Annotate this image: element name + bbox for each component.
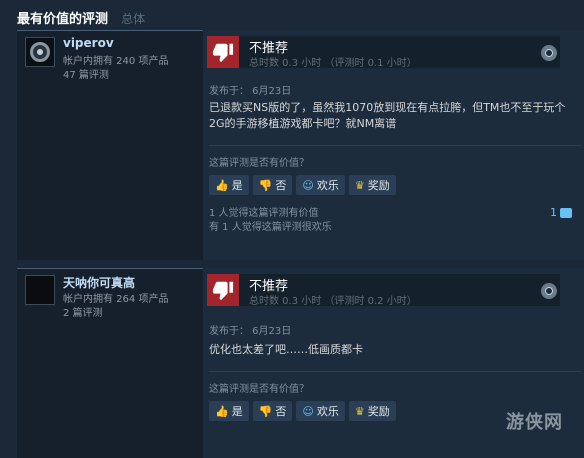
author-products[interactable]: 帐户内拥有 240 项产品 (63, 52, 168, 67)
author-name[interactable]: viperov (63, 36, 114, 50)
divider (209, 145, 581, 146)
posted-date: 发布于： 6月23日 (209, 326, 292, 337)
section-subtitle[interactable]: 总体 (121, 12, 145, 26)
vote-buttons: 👍 是 👎 否 ☺ 欢乐 ♛ 奖励 (209, 401, 396, 421)
review-body: 不推荐 总时数 0.3 小时 （评测时 0.1 小时） 发布于： 6月23日 已… (203, 30, 584, 260)
vote-yes-button[interactable]: 👍 是 (209, 401, 249, 421)
award-button[interactable]: ♛ 奖励 (348, 175, 396, 195)
hours-played: 总时数 0.3 小时 （评测时 0.1 小时） (249, 58, 417, 69)
award-label: 奖励 (367, 179, 390, 192)
vote-yes-button[interactable]: 👍 是 (209, 175, 249, 195)
vote-yes-label: 是 (231, 405, 243, 418)
comment-icon (560, 207, 572, 218)
vote-funny-label: 欢乐 (316, 405, 339, 418)
vote-header[interactable]: 不推荐 总时数 0.3 小时 （评测时 0.1 小时） (207, 36, 560, 69)
thumbs-up-icon: 👍 (215, 404, 229, 418)
steam-icon (541, 283, 557, 299)
vote-funny-button[interactable]: ☺ 欢乐 (296, 401, 345, 421)
comment-count: 1 (550, 206, 557, 219)
vote-yes-label: 是 (231, 179, 243, 192)
smiley-icon: ☺ (302, 404, 314, 418)
comment-link[interactable]: 1 (550, 206, 572, 219)
award-button[interactable]: ♛ 奖励 (348, 401, 396, 421)
hours-played: 总时数 0.3 小时 （评测时 0.2 小时） (249, 296, 417, 307)
review-card: 天呐你可真高 帐户内拥有 264 项产品 2 篇评测 不推荐 总时数 0.3 小… (17, 268, 584, 458)
section-title: 最有价值的评测 (17, 12, 109, 27)
review-content: 优化也太差了吧……低画质都卡 (209, 343, 363, 356)
helpful-question: 这篇评测是否有价值？ (209, 384, 309, 395)
avatar[interactable] (25, 275, 55, 305)
divider (209, 371, 581, 372)
thumbs-down-icon (207, 36, 239, 68)
vote-no-button[interactable]: 👎 否 (252, 401, 293, 421)
found-funny-text: 有 1 人觉得这篇评测很欢乐 (209, 222, 332, 233)
thumbs-down-icon (207, 274, 239, 306)
vote-header[interactable]: 不推荐 总时数 0.3 小时 （评测时 0.2 小时） (207, 274, 560, 307)
author-products[interactable]: 帐户内拥有 264 项产品 (63, 290, 168, 305)
author-name[interactable]: 天呐你可真高 (63, 274, 135, 291)
avatar-image (30, 42, 50, 62)
author-panel: 天呐你可真高 帐户内拥有 264 项产品 2 篇评测 (17, 268, 203, 458)
smiley-icon: ☺ (302, 178, 314, 192)
review-card: viperov 帐户内拥有 240 项产品 47 篇评测 不推荐 总时数 0.3… (17, 30, 584, 260)
vote-buttons: 👍 是 👎 否 ☺ 欢乐 ♛ 奖励 (209, 175, 396, 195)
author-review-count[interactable]: 2 篇评测 (63, 304, 103, 319)
thumbs-down-icon: 👎 (258, 404, 273, 418)
section-header: 最有价值的评测 总体 (0, 0, 584, 30)
steam-icon (541, 45, 557, 61)
award-label: 奖励 (367, 405, 390, 418)
author-panel: viperov 帐户内拥有 240 项产品 47 篇评测 (17, 30, 203, 260)
thumbs-up-icon: 👍 (215, 178, 229, 192)
posted-date: 发布于： 6月23日 (209, 86, 292, 97)
vote-no-button[interactable]: 👎 否 (252, 175, 293, 195)
vote-funny-button[interactable]: ☺ 欢乐 (296, 175, 345, 195)
author-review-count[interactable]: 47 篇评测 (63, 66, 109, 81)
vote-funny-label: 欢乐 (316, 179, 339, 192)
award-icon: ♛ (354, 178, 365, 192)
vote-no-label: 否 (275, 179, 287, 192)
vote-no-label: 否 (275, 405, 287, 418)
review-content: 已退款买NS版的了，虽然我1070放到现在有点拉胯，但TM也不至于玩个2G的手游… (209, 101, 566, 130)
avatar[interactable] (25, 37, 55, 67)
helpful-question: 这篇评测是否有价值？ (209, 158, 309, 169)
award-icon: ♛ (354, 404, 365, 418)
found-helpful-text: 1 人觉得这篇评测有价值 (209, 208, 319, 219)
site-watermark: 游侠网 (506, 412, 563, 433)
thumbs-down-icon: 👎 (258, 178, 273, 192)
